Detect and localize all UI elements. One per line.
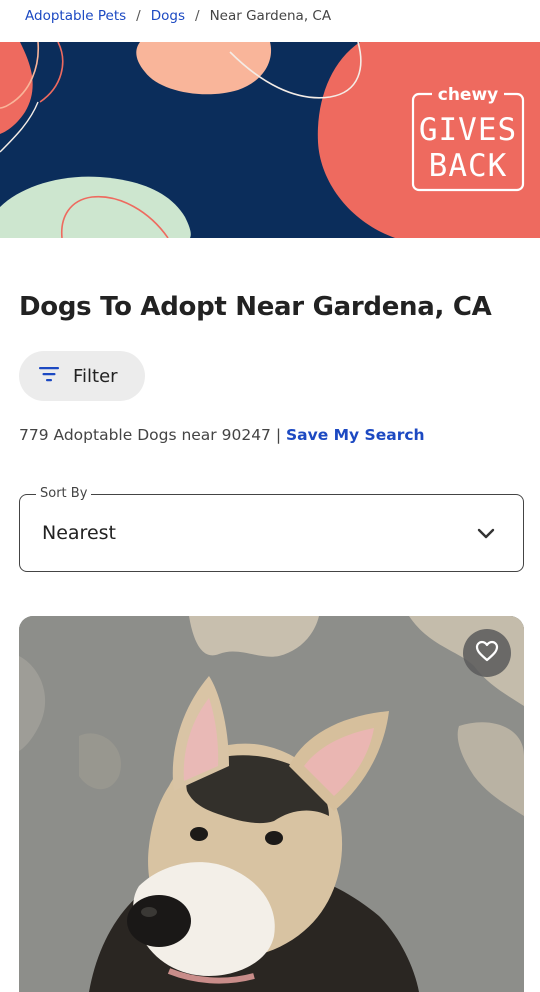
filter-icon <box>39 366 59 386</box>
breadcrumb-link-dogs[interactable]: Dogs <box>151 8 185 24</box>
logo-back-text: BACK <box>429 148 508 184</box>
breadcrumb: Adoptable Pets / Dogs / Near Gardena, CA <box>25 8 331 24</box>
logo-gives-text: GIVES <box>419 112 517 148</box>
dog-photo <box>19 616 524 992</box>
save-my-search-link[interactable]: Save My Search <box>286 426 425 444</box>
filter-button-label: Filter <box>73 365 118 387</box>
results-count-text: 779 Adoptable Dogs near 90247 | <box>19 426 282 444</box>
favorite-button[interactable] <box>463 629 511 677</box>
breadcrumb-separator: / <box>136 8 141 24</box>
heart-icon <box>475 640 499 666</box>
logo-chewy-text: chewy <box>438 85 499 105</box>
breadcrumb-current: Near Gardena, CA <box>209 8 332 24</box>
sort-by-label: Sort By <box>36 486 92 501</box>
page-title: Dogs To Adopt Near Gardena, CA <box>19 292 492 322</box>
banner-artwork: chewy GIVES BACK <box>0 42 540 238</box>
sort-by-select[interactable]: Sort By Nearest <box>19 486 524 572</box>
filter-button[interactable]: Filter <box>19 351 145 401</box>
breadcrumb-link-adoptable-pets[interactable]: Adoptable Pets <box>25 8 126 24</box>
sort-by-value: Nearest <box>42 522 116 544</box>
chevron-down-icon <box>477 525 495 544</box>
pet-card[interactable] <box>19 616 524 992</box>
chewy-gives-back-banner: chewy GIVES BACK <box>0 42 540 238</box>
results-summary: 779 Adoptable Dogs near 90247 | Save My … <box>19 426 425 444</box>
breadcrumb-separator: / <box>195 8 200 24</box>
